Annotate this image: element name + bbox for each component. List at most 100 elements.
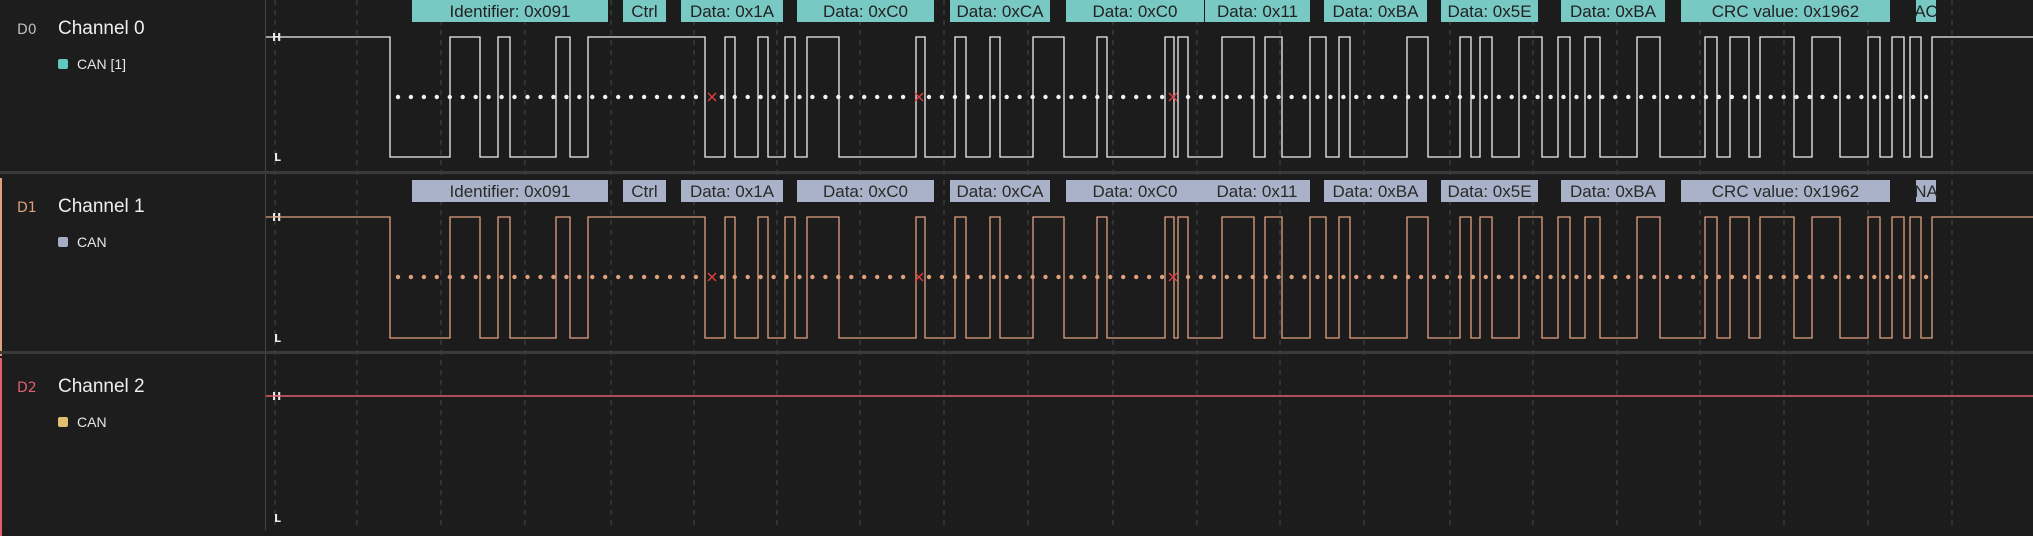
sample-point bbox=[732, 274, 737, 280]
sample-point bbox=[797, 274, 802, 280]
sample-point bbox=[1056, 274, 1061, 280]
decode-frame-label: CRC value: 0x1962 bbox=[1712, 182, 1859, 201]
sample-point bbox=[447, 94, 452, 100]
sample-point bbox=[1250, 94, 1255, 100]
sample-point bbox=[1781, 274, 1786, 280]
sample-point bbox=[512, 274, 517, 280]
sample-point bbox=[1328, 94, 1333, 100]
sample-point bbox=[1716, 274, 1722, 280]
sample-point bbox=[926, 274, 932, 280]
sample-point bbox=[849, 94, 854, 100]
sample-point bbox=[1600, 274, 1605, 280]
sample-point bbox=[1755, 274, 1761, 280]
sample-point bbox=[862, 94, 867, 100]
sample-point bbox=[823, 274, 828, 280]
sample-point bbox=[1004, 94, 1009, 100]
sample-point bbox=[460, 94, 465, 100]
sample-point bbox=[1639, 274, 1644, 280]
sample-point bbox=[447, 274, 452, 280]
sample-point bbox=[628, 94, 634, 100]
sample-point bbox=[862, 274, 867, 280]
error-marker-icon bbox=[707, 92, 717, 102]
level-low-label: L bbox=[274, 151, 281, 164]
sample-point bbox=[1535, 94, 1540, 100]
waveform-canvas[interactable]: HLHLHLIdentifier: 0x091CtrlData: 0x1ADat… bbox=[0, 0, 2033, 530]
sample-point bbox=[1276, 94, 1281, 100]
sample-point bbox=[408, 274, 414, 280]
sample-point bbox=[758, 274, 763, 280]
decode-frame-label: Data: 0x11 bbox=[1217, 182, 1298, 201]
sample-point bbox=[473, 94, 478, 100]
decode-frame-label: Ctrl bbox=[631, 2, 657, 21]
sample-point bbox=[1768, 274, 1773, 280]
error-marker-icon bbox=[1168, 92, 1178, 102]
sample-point bbox=[784, 94, 789, 100]
sample-point bbox=[1457, 94, 1463, 100]
sample-point bbox=[1690, 274, 1696, 280]
sample-point bbox=[926, 94, 932, 100]
sample-point bbox=[836, 94, 841, 100]
sample-point bbox=[1017, 274, 1022, 280]
sample-point bbox=[603, 94, 608, 100]
sample-point bbox=[1833, 274, 1838, 280]
sample-point bbox=[1768, 94, 1773, 100]
sample-point bbox=[939, 94, 945, 100]
sample-point bbox=[991, 274, 996, 280]
sample-point bbox=[434, 274, 439, 280]
sample-point bbox=[1846, 94, 1851, 100]
level-low-label: L bbox=[274, 332, 281, 345]
sample-point bbox=[421, 94, 427, 100]
sample-point bbox=[577, 274, 582, 280]
sample-point bbox=[1794, 94, 1799, 100]
sample-point bbox=[499, 274, 504, 280]
sample-point bbox=[486, 94, 491, 100]
sample-point bbox=[1833, 94, 1838, 100]
decode-frame-label: Ctrl bbox=[631, 182, 657, 201]
sample-point bbox=[797, 94, 802, 100]
decode-frame-label: Data: 0xCA bbox=[957, 182, 1045, 201]
sample-point bbox=[1677, 274, 1683, 280]
sample-point bbox=[965, 94, 970, 100]
sample-point bbox=[693, 94, 699, 100]
sample-point bbox=[1664, 274, 1670, 280]
sample-point bbox=[1185, 94, 1191, 100]
sample-point bbox=[421, 274, 427, 280]
sample-point bbox=[1393, 274, 1398, 280]
sample-point bbox=[395, 94, 401, 100]
sample-point bbox=[771, 274, 776, 280]
sidebar-divider[interactable] bbox=[265, 0, 266, 530]
sample-point bbox=[1237, 94, 1243, 100]
sample-point bbox=[667, 94, 673, 100]
decode-frame-label: Data: 0xBA bbox=[1570, 2, 1657, 21]
sample-point bbox=[900, 94, 906, 100]
sample-point bbox=[1470, 94, 1476, 100]
sample-point bbox=[654, 94, 660, 100]
sample-point bbox=[499, 94, 504, 100]
sample-point bbox=[486, 274, 491, 280]
sample-point bbox=[1108, 274, 1113, 280]
decode-frame-label: Data: 0x1A bbox=[690, 2, 775, 21]
sample-point bbox=[1911, 274, 1916, 280]
sample-point bbox=[564, 94, 569, 100]
sample-point bbox=[1729, 94, 1735, 100]
sample-point bbox=[784, 274, 789, 280]
sample-point bbox=[900, 274, 906, 280]
decode-frame-label: AC bbox=[1914, 2, 1938, 21]
sample-point bbox=[1030, 274, 1035, 280]
sample-point bbox=[1069, 94, 1074, 100]
sample-point bbox=[590, 94, 595, 100]
sample-point bbox=[1885, 94, 1890, 100]
sample-point bbox=[1224, 274, 1230, 280]
sample-point bbox=[1548, 94, 1553, 100]
sample-point bbox=[616, 94, 621, 100]
sample-point bbox=[525, 274, 530, 280]
sample-point bbox=[1082, 94, 1087, 100]
sample-point bbox=[1004, 274, 1009, 280]
sample-point bbox=[1444, 94, 1450, 100]
sample-point bbox=[1807, 94, 1812, 100]
sample-point bbox=[1742, 274, 1748, 280]
sample-point bbox=[1574, 274, 1579, 280]
sample-point bbox=[1211, 274, 1217, 280]
sample-point bbox=[810, 94, 815, 100]
sample-point bbox=[1703, 94, 1709, 100]
